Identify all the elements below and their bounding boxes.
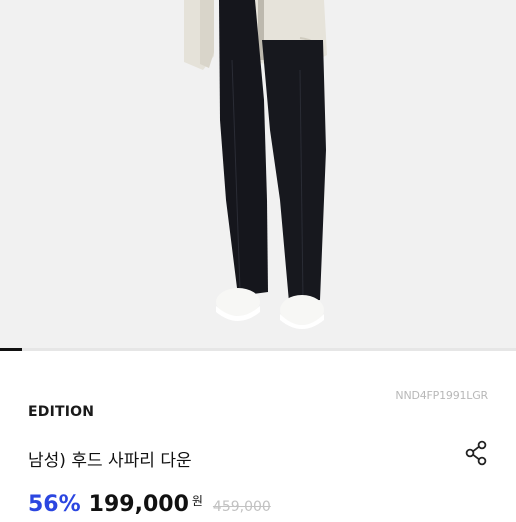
price-row: 56% 199,000 원 459,000 [28,492,271,522]
sale-price: 199,000 [88,492,189,517]
image-carousel-indicator [0,348,516,351]
share-button[interactable] [462,438,492,468]
share-icon [465,440,487,466]
discount-rate: 56% [28,492,81,517]
carousel-indicator-fill [0,348,22,351]
currency-unit: 원 [191,494,203,508]
product-image[interactable] [0,0,516,350]
brand-name[interactable]: EDITION [28,404,94,420]
product-title: 남성) 후드 사파리 다운 [28,451,192,471]
product-code: NND4FP1991LGR [395,389,488,402]
product-photo-graphic [0,0,516,350]
original-price: 459,000 [212,499,271,515]
